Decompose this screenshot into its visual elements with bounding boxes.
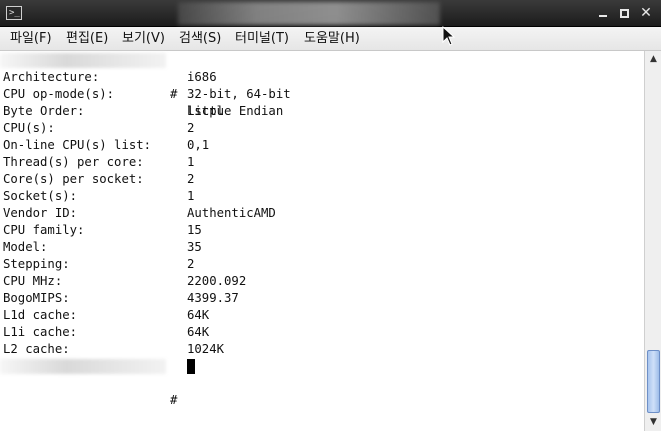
prompt-symbol: # [170,393,178,407]
window-titlebar[interactable]: >_ ✕ [0,0,661,27]
output-value: 64K [187,308,210,322]
scroll-up-icon[interactable]: ▲ [646,52,661,67]
output-value: 15 [187,223,202,237]
terminal-output[interactable]: # lscpu Architecture: i686 CPU op-mode(s)… [0,51,644,431]
output-key: Thread(s) per core: [3,155,144,169]
command-line: # lscpu [0,52,644,118]
output-value: 2 [187,121,195,135]
output-value: 2200.092 [187,274,247,288]
output-key: CPU family: [3,223,85,237]
menu-view[interactable]: 보기(V) [122,30,165,48]
terminal-icon: >_ [6,6,22,20]
menu-bar: 파일(F) 편집(E) 보기(V) 검색(S) 터미널(T) 도움말(H) [0,27,661,51]
scrollbar-thumb[interactable] [647,350,660,413]
output-value: 32-bit, 64-bit [187,87,291,101]
output-value: 2 [187,257,195,271]
prompt-redacted [0,359,166,374]
output-row: CPU op-mode(s): 32-bit, 64-bit [0,86,644,103]
output-value: Little Endian [187,104,284,118]
output-value: i686 [187,70,217,84]
close-button[interactable]: ✕ [637,4,655,22]
output-row: CPU(s): 2 [0,120,644,137]
prompt-redacted [0,53,166,68]
output-key: Architecture: [3,70,100,84]
output-row: On-line CPU(s) list: 0,1 [0,137,644,154]
output-row: CPU family: 15 [0,222,644,239]
menu-search[interactable]: 검색(S) [179,30,221,48]
output-key: L2 cache: [3,342,70,356]
menu-edit[interactable]: 편집(E) [66,30,108,48]
output-value: 1024K [187,342,225,356]
menu-terminal[interactable]: 터미널(T) [235,30,289,48]
output-row: L1d cache: 64K [0,307,644,324]
output-row: L1i cache: 64K [0,324,644,341]
output-row: Byte Order: Little Endian [0,103,644,120]
output-value: 2 [187,172,195,186]
output-key: Model: [3,240,48,254]
output-key: Vendor ID: [3,206,78,220]
output-key: Core(s) per socket: [3,172,144,186]
output-value: 1 [187,155,195,169]
scroll-down-icon[interactable]: ▼ [646,415,661,430]
output-row: Vendor ID: AuthenticAMD [0,205,644,222]
output-key: Socket(s): [3,189,78,203]
output-value: AuthenticAMD [187,206,276,220]
maximize-icon [619,9,629,18]
output-row: Stepping: 2 [0,256,644,273]
output-key: L1d cache: [3,308,78,322]
output-value: 4399.37 [187,291,239,305]
mouse-pointer-icon [442,26,456,46]
output-key: CPU MHz: [3,274,63,288]
output-row: Model: 35 [0,239,644,256]
output-value: 0,1 [187,138,210,152]
output-key: On-line CPU(s) list: [3,138,152,152]
output-row: Core(s) per socket: 2 [0,171,644,188]
output-key: Stepping: [3,257,70,271]
output-row: Thread(s) per core: 1 [0,154,644,171]
output-row: CPU MHz: 2200.092 [0,273,644,290]
menu-help[interactable]: 도움말(H) [304,30,360,48]
menu-file[interactable]: 파일(F) [10,30,52,48]
close-icon: ✕ [640,5,652,21]
output-value: 35 [187,240,202,254]
output-key: BogoMIPS: [3,291,70,305]
output-key: Byte Order: [3,104,85,118]
maximize-button[interactable] [615,4,633,22]
output-value: 64K [187,325,210,339]
output-key: L1i cache: [3,325,78,339]
window-title-redacted [178,2,440,25]
output-row: L2 cache: 1024K [0,341,644,358]
output-key: CPU op-mode(s): [3,87,115,101]
output-row: Socket(s): 1 [0,188,644,205]
output-key: CPU(s): [3,121,55,135]
minimize-button[interactable] [594,4,612,22]
output-row: BogoMIPS: 4399.37 [0,290,644,307]
output-value: 1 [187,189,195,203]
text-cursor [187,359,195,374]
minimize-icon [599,15,607,17]
vertical-scrollbar[interactable]: ▲ ▼ [644,51,661,431]
prompt-line[interactable]: # [0,358,644,407]
output-row: Architecture: i686 [0,69,644,86]
